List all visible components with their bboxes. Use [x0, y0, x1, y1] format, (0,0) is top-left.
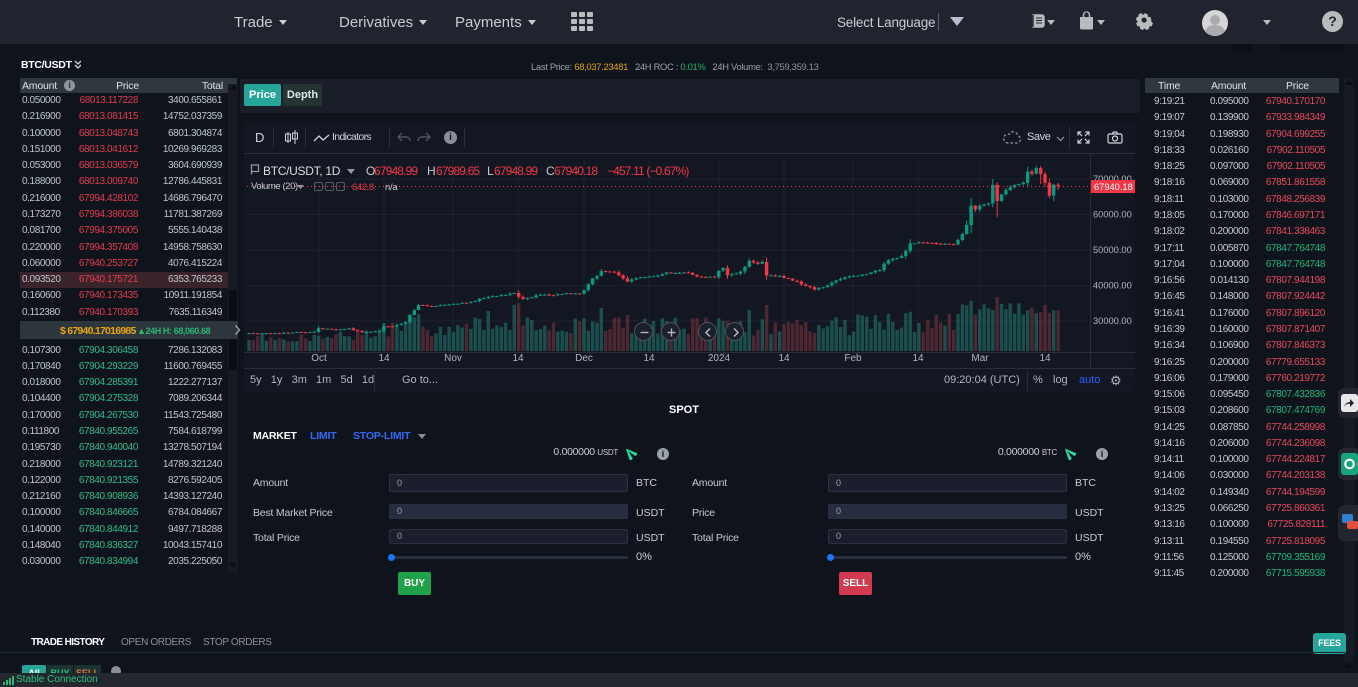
svg-text:14: 14: [778, 353, 790, 364]
svg-text:Nov: Nov: [444, 353, 462, 364]
svg-text:2024: 2024: [708, 353, 731, 364]
svg-text:50000.00: 50000.00: [1093, 245, 1132, 255]
svg-text:Oct: Oct: [311, 353, 327, 364]
svg-text:14: 14: [912, 353, 924, 364]
svg-text:40000.00: 40000.00: [1093, 281, 1132, 291]
svg-text:Feb: Feb: [844, 353, 862, 364]
svg-text:14: 14: [512, 353, 524, 364]
svg-text:14: 14: [643, 353, 655, 364]
svg-text:Mar: Mar: [971, 353, 989, 364]
svg-text:30000.00: 30000.00: [1093, 316, 1132, 326]
svg-text:Dec: Dec: [575, 353, 593, 364]
svg-text:60000.00: 60000.00: [1093, 210, 1132, 220]
svg-text:14: 14: [1039, 353, 1051, 364]
svg-text:67940.18: 67940.18: [1094, 182, 1133, 192]
svg-text:14: 14: [378, 353, 390, 364]
